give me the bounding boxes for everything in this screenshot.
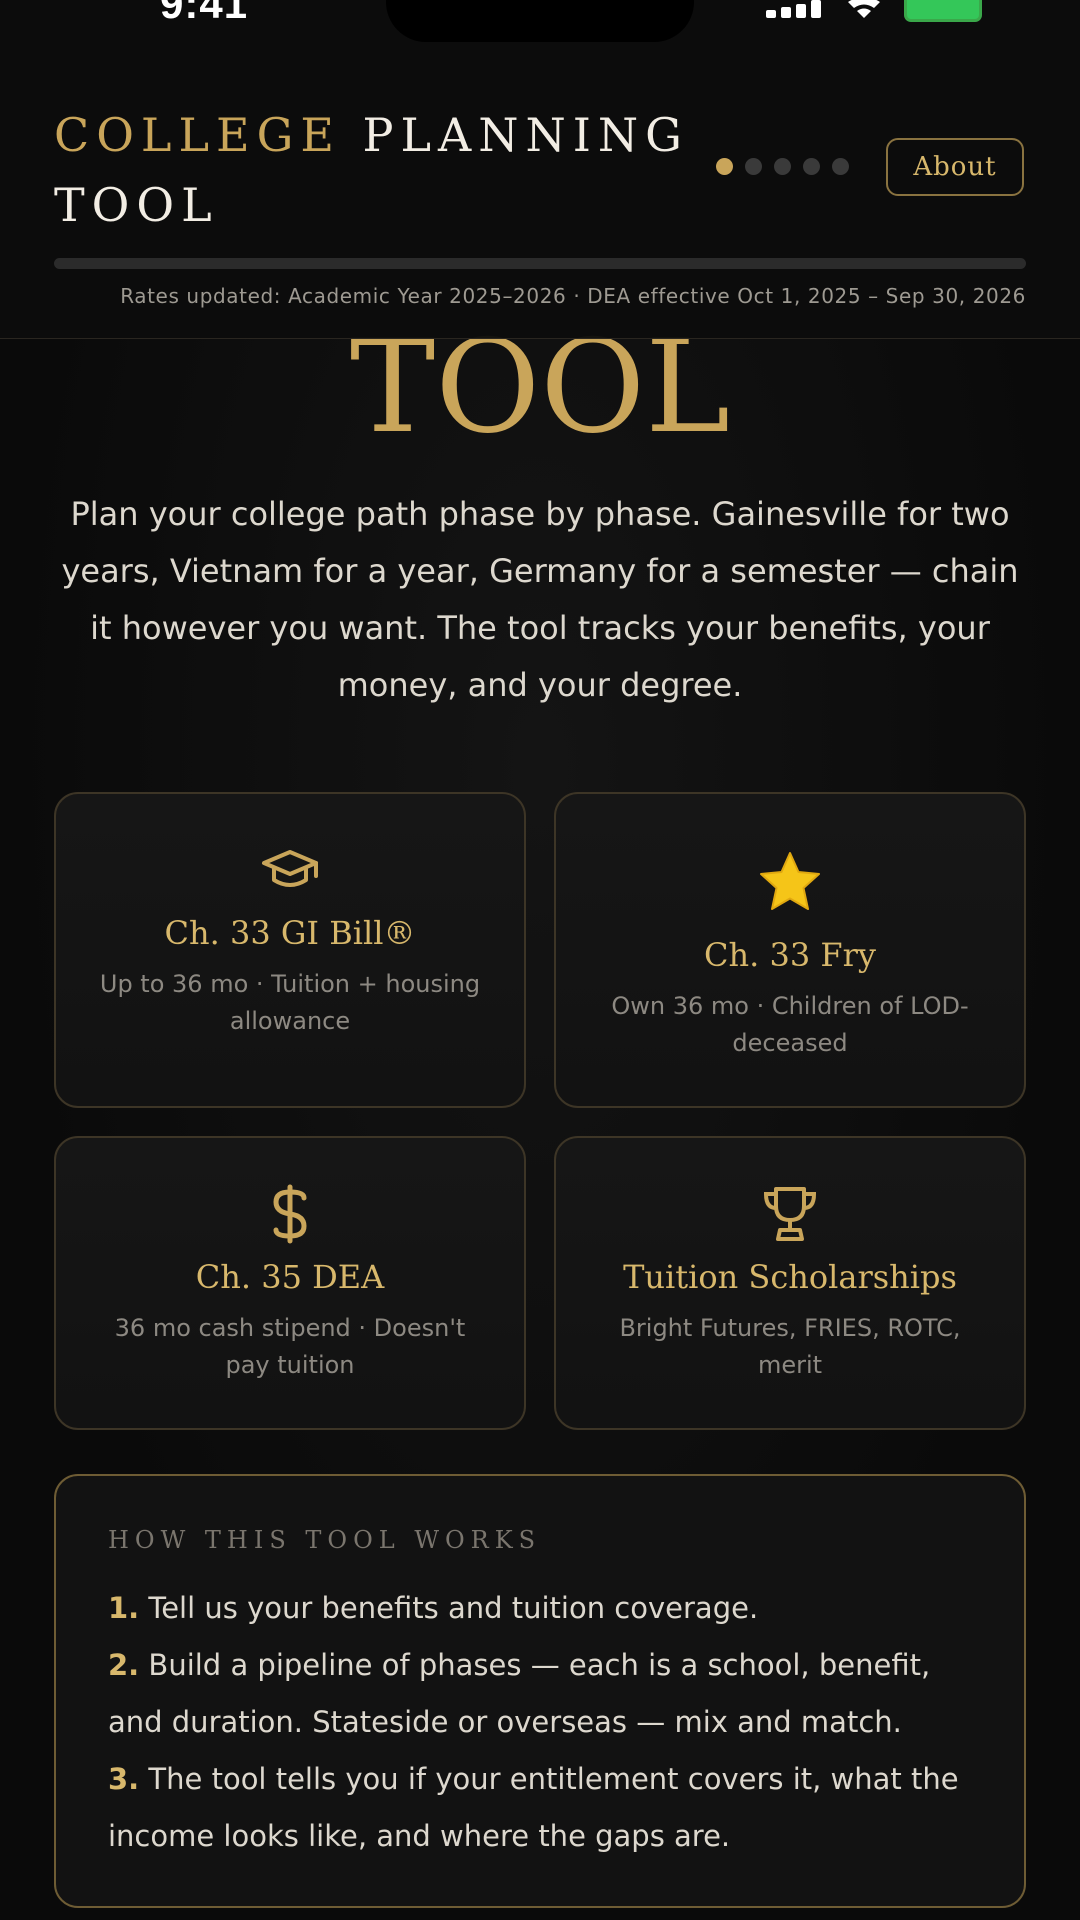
wifi-icon [848, 0, 880, 18]
step-dot-2[interactable] [745, 158, 762, 175]
status-time: 9:41 [160, 0, 249, 27]
graduation-cap-icon [262, 850, 318, 887]
benefit-card-dea[interactable]: Ch. 35 DEA 36 mo cash stipend · Doesn't … [54, 1136, 526, 1430]
how-it-works-heading: HOW THIS TOOL WORKS [108, 1526, 542, 1554]
how-it-works-steps: 1. Tell us your benefits and tuition cov… [108, 1580, 978, 1865]
battery-icon [904, 0, 982, 22]
brand-title: COLLEGE PLANNING TOOL [54, 100, 694, 240]
step-number: 2. [108, 1648, 140, 1682]
brand-line2: TOOL [54, 178, 219, 232]
dollar-icon [273, 1184, 307, 1244]
app-header: COLLEGE PLANNING TOOL About Rates update… [0, 0, 1080, 339]
status-bar: 9:41 [0, 0, 1080, 46]
step-indicator [716, 158, 861, 176]
benefit-card-fry[interactable]: Ch. 33 Fry Own 36 mo · Children of LOD-d… [554, 792, 1026, 1108]
step-item: 2. Build a pipeline of phases — each is … [108, 1637, 978, 1751]
step-number: 3. [108, 1762, 140, 1796]
card-title: Ch. 35 DEA [195, 1258, 385, 1296]
benefit-card-gi-bill[interactable]: Ch. 33 GI Bill® Up to 36 mo · Tuition + … [54, 792, 526, 1108]
brand-accent: COLLEGE [54, 108, 341, 162]
progress-bar [54, 258, 1026, 269]
step-dot-4[interactable] [803, 158, 820, 175]
step-dot-5[interactable] [832, 158, 849, 175]
step-item: 3. The tool tells you if your entitlemen… [108, 1751, 978, 1865]
step-text: Build a pipeline of phases — each is a s… [108, 1648, 931, 1739]
card-title: Ch. 33 GI Bill® [164, 914, 416, 952]
card-description: Up to 36 mo · Tuition + housing allowanc… [99, 970, 481, 1035]
star-icon [760, 852, 820, 910]
step-dot-1[interactable] [716, 158, 733, 175]
hero-title: TOOL [349, 313, 731, 462]
dynamic-island [386, 0, 694, 42]
step-dot-3[interactable] [774, 158, 791, 175]
trophy-icon [763, 1187, 817, 1241]
how-it-works-panel: HOW THIS TOOL WORKS 1. Tell us your bene… [54, 1474, 1026, 1908]
about-button[interactable]: About [886, 138, 1024, 196]
step-text: The tool tells you if your entitlement c… [108, 1762, 959, 1853]
page: 9:41 COLLEGE PLANNING TOOL About Rates u… [0, 0, 1080, 1920]
signal-icon [766, 0, 822, 18]
brand-rest: PLANNING [362, 108, 689, 162]
benefit-card-scholarships[interactable]: Tuition Scholarships Bright Futures, FRI… [554, 1136, 1026, 1430]
card-title: Ch. 33 Fry [704, 936, 876, 974]
rates-note: Rates updated: Academic Year 2025–2026 ·… [120, 284, 1026, 308]
card-title: Tuition Scholarships [623, 1258, 957, 1296]
card-description: Bright Futures, FRIES, ROTC, merit [619, 1314, 961, 1379]
step-text: Tell us your benefits and tuition covera… [148, 1591, 759, 1625]
hero-description: Plan your college path phase by phase. G… [61, 495, 1019, 704]
step-item: 1. Tell us your benefits and tuition cov… [108, 1580, 978, 1637]
card-description: Own 36 mo · Children of LOD-deceased [611, 992, 969, 1057]
step-number: 1. [108, 1591, 140, 1625]
card-description: 36 mo cash stipend · Doesn't pay tuition [114, 1314, 466, 1379]
